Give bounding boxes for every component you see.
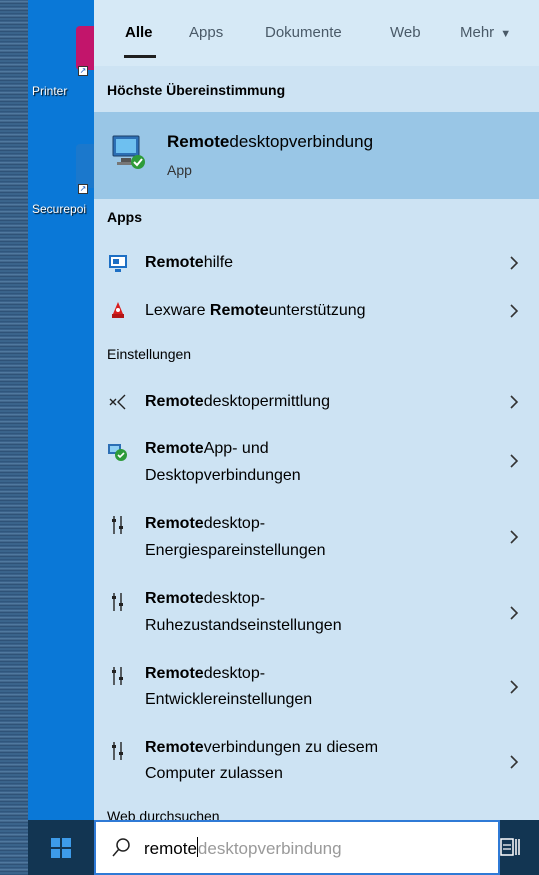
printer-app-icon	[76, 26, 94, 70]
settings-sliders-icon	[112, 742, 123, 760]
app-result-remotehilfe[interactable]: Remotehilfe	[94, 240, 539, 286]
setting-result-remoteverbindungen[interactable]: Remoteverbindungen zu diesem Computer zu…	[94, 730, 539, 798]
search-icon	[112, 838, 130, 857]
chevron-right-icon[interactable]	[508, 256, 520, 270]
search-filter-tabs: Alle Apps Dokumente Web Mehr ▼	[94, 0, 539, 66]
chevron-right-icon[interactable]	[508, 304, 520, 318]
desktop-wallpaper-edge	[0, 0, 28, 875]
setting-result-ruhezustand[interactable]: Remotedesktop- Ruhezustandseinstellungen	[94, 580, 539, 648]
setting-result-desktopermittlung[interactable]: Remotedesktopermittlung	[94, 378, 539, 426]
tab-dokumente[interactable]: Dokumente	[265, 24, 342, 41]
setting-result-label-line2: Computer zulassen	[145, 765, 283, 782]
chevron-right-icon[interactable]	[508, 606, 520, 620]
web-search-heading: Web durchsuchen	[107, 808, 220, 820]
tab-apps[interactable]: Apps	[189, 24, 223, 41]
tab-mehr[interactable]: Mehr ▼	[460, 24, 511, 41]
settings-sliders-icon	[112, 667, 123, 685]
best-match-subtitle: App	[167, 162, 192, 178]
search-query-text: remotedesktopverbindung	[144, 837, 342, 858]
setting-result-label-line2: Entwicklereinstellungen	[145, 691, 313, 708]
setting-result-label-line1: Remotedesktop-	[145, 590, 266, 607]
settings-sliders-icon	[112, 593, 123, 611]
setting-result-label-line1: RemoteApp- und	[145, 440, 269, 457]
taskbar-search-input[interactable]: remotedesktopverbindung	[94, 820, 500, 875]
apps-heading: Apps	[107, 209, 142, 225]
desktop-icon-securepoint[interactable]: ↗ Securepoi	[32, 126, 94, 226]
app-result-label: Lexware Remoteunterstützung	[145, 302, 366, 319]
settings-sliders-icon	[112, 516, 123, 534]
chevron-right-icon[interactable]	[508, 530, 520, 544]
setting-result-label-line1: Remotedesktop-	[145, 515, 266, 532]
best-match-result[interactable]: Remotedesktopverbindung App	[94, 112, 539, 199]
settings-heading: Einstellungen	[107, 346, 192, 362]
best-match-heading: Höchste Übereinstimmung	[107, 82, 286, 98]
setting-result-energiespar[interactable]: Remotedesktop- Energiespareinstellungen	[94, 503, 539, 571]
desktop-icon-printer[interactable]: ↗ Printer	[32, 8, 94, 108]
tab-mehr-label: Mehr	[460, 24, 495, 41]
chevron-right-icon[interactable]	[508, 755, 520, 769]
taskbar: remotedesktopverbindung	[28, 820, 539, 875]
chevron-right-icon[interactable]	[508, 395, 520, 409]
securepoint-app-icon	[76, 144, 94, 188]
active-tab-indicator	[124, 55, 156, 58]
setting-result-entwickler[interactable]: Remotedesktop- Entwicklereinstellungen	[94, 655, 539, 723]
desktop-icon-label: Printer	[32, 84, 68, 98]
remote-desktop-connection-icon	[112, 135, 145, 169]
desktop-background	[28, 0, 94, 820]
desktop-icon-label: Securepoi	[32, 202, 87, 216]
remote-desktop-discovery-icon	[109, 394, 126, 410]
lexware-icon	[112, 302, 124, 318]
shortcut-arrow-icon: ↗	[78, 66, 88, 76]
chevron-right-icon[interactable]	[508, 680, 520, 694]
setting-result-label-line1: Remoteverbindungen zu diesem	[145, 739, 379, 756]
setting-result-label-line2: Desktopverbindungen	[145, 467, 301, 484]
shortcut-arrow-icon: ↗	[78, 184, 88, 194]
setting-result-remoteapp[interactable]: RemoteApp- und Desktopverbindungen	[94, 428, 539, 496]
start-search-panel: Alle Apps Dokumente Web Mehr ▼ Höchste Üb…	[94, 0, 539, 820]
task-view-icon[interactable]	[499, 835, 521, 859]
setting-result-label-line2: Energiespareinstellungen	[145, 542, 326, 559]
app-result-lexware[interactable]: Lexware Remoteunterstützung	[94, 288, 539, 334]
remote-assistance-icon	[109, 255, 127, 272]
setting-result-label-line2: Ruhezustandseinstellungen	[145, 617, 342, 634]
setting-result-label: Remotedesktopermittlung	[145, 393, 330, 410]
tab-alle[interactable]: Alle	[125, 24, 153, 41]
setting-result-label-line1: Remotedesktop-	[145, 665, 266, 682]
chevron-right-icon[interactable]	[508, 454, 520, 468]
app-result-label: Remotehilfe	[145, 254, 234, 271]
best-match-title: Remotedesktopverbindung	[167, 132, 374, 151]
chevron-down-icon: ▼	[500, 28, 512, 40]
windows-start-icon[interactable]	[50, 837, 72, 859]
remoteapp-connections-icon	[108, 444, 127, 461]
tab-web[interactable]: Web	[390, 24, 421, 41]
